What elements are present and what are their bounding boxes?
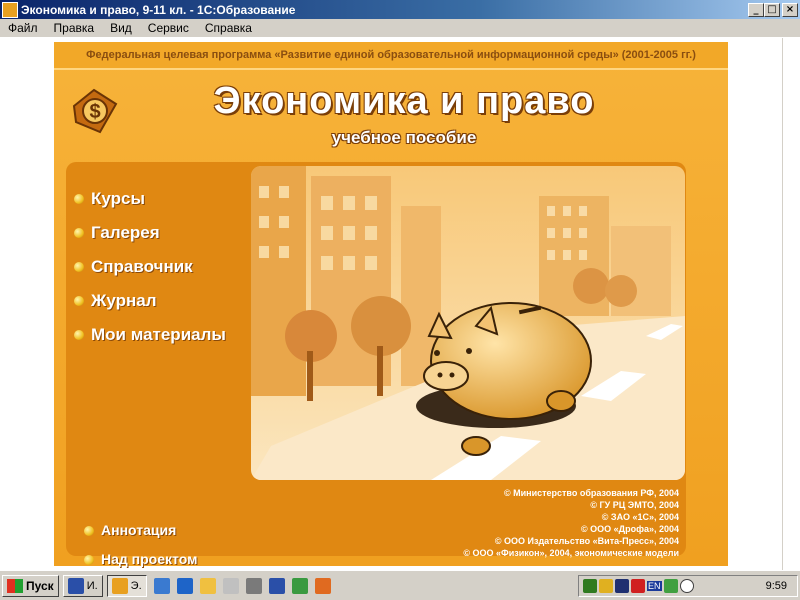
explorer-icon[interactable]: [153, 577, 170, 594]
media-player-icon[interactable]: [314, 577, 331, 594]
nav-label: Справочник: [91, 257, 193, 276]
main-title: Экономика и право: [213, 80, 595, 122]
excel-icon[interactable]: [291, 577, 308, 594]
menu-view[interactable]: Вид: [102, 21, 140, 35]
taskbar-economics-app[interactable]: Э.: [106, 574, 147, 597]
app-icon: [2, 1, 18, 18]
network-icon[interactable]: [615, 578, 629, 593]
copyright-line: © Министерство образования РФ, 2004: [503, 488, 679, 498]
app-icon: [111, 577, 128, 594]
subtitle: учебное пособие: [331, 128, 477, 147]
copyright-line: © ООО «Дрофа», 2004: [581, 524, 679, 534]
volume-icon[interactable]: [599, 578, 613, 593]
menu-edit[interactable]: Правка: [46, 21, 103, 35]
title-page: Федеральная целевая программа «Развитие …: [54, 42, 728, 584]
content-area: Федеральная целевая программа «Развитие …: [0, 38, 782, 584]
start-label: Пуск: [26, 578, 54, 593]
task-label: Э.: [130, 579, 142, 592]
folder-icon[interactable]: [199, 577, 216, 594]
nav-label: Галерея: [91, 223, 160, 242]
nav-courses[interactable]: Курсы: [74, 182, 226, 216]
bullet-icon: [74, 296, 84, 306]
vertical-scrollbar[interactable]: [782, 38, 800, 570]
nav-gallery[interactable]: Галерея: [74, 216, 226, 250]
word-icon: [67, 577, 84, 594]
bullet-icon: [74, 228, 84, 238]
word-icon[interactable]: [268, 577, 285, 594]
menu-bar: Файл Правка Вид Сервис Справка: [0, 19, 800, 38]
maximize-button[interactable]: □: [764, 2, 780, 17]
nav-journal[interactable]: Журнал: [74, 284, 226, 318]
minimize-button[interactable]: _: [748, 2, 764, 17]
copyright-line: © ООО Издательство «Вита-Пресс», 2004: [494, 536, 679, 546]
menu-tools[interactable]: Сервис: [140, 21, 197, 35]
calculator-icon[interactable]: [245, 577, 262, 594]
title-bar: Экономика и право, 9-11 кл. - 1С:Образов…: [0, 0, 800, 19]
monitor-icon[interactable]: [663, 578, 678, 593]
nav-label: Курсы: [91, 189, 145, 208]
clock-icon[interactable]: [679, 578, 694, 593]
language-indicator[interactable]: EN: [647, 580, 662, 591]
window-title: Экономика и право, 9-11 кл. - 1С:Образов…: [21, 2, 296, 17]
acrobat-icon[interactable]: [631, 578, 645, 593]
main-nav: Курсы Галерея Справочник Журнал Мои мате…: [74, 182, 226, 352]
copyright-line: © ЗАО «1С», 2004: [601, 512, 679, 522]
nav-reference[interactable]: Справочник: [74, 250, 226, 284]
copyright-line: © ООО «Физикон», 2004, экономические мод…: [463, 548, 679, 558]
dollar-logo-icon: $: [72, 88, 118, 134]
windows-flag-icon: [7, 578, 23, 593]
copyright-line: © ГУ РЦ ЭМТО, 2004: [590, 500, 679, 510]
bullet-icon: [74, 194, 84, 204]
notepad-icon[interactable]: [222, 577, 239, 594]
annotation-label: Аннотация: [101, 522, 177, 538]
svg-text:$: $: [89, 101, 100, 123]
taskbar-word-document[interactable]: И.: [62, 574, 103, 597]
clock[interactable]: 9:59: [766, 580, 787, 592]
bullet-icon: [84, 555, 94, 565]
close-button[interactable]: ×: [782, 2, 798, 17]
annotation-link[interactable]: Аннотация: [84, 522, 211, 539]
start-button[interactable]: Пуск: [2, 574, 59, 597]
menu-help[interactable]: Справка: [197, 21, 260, 35]
task-label: И.: [86, 579, 98, 592]
taskbar: Пуск И. Э. EN 9:59: [0, 570, 800, 600]
bullet-icon: [74, 262, 84, 272]
internet-explorer-icon[interactable]: [176, 577, 193, 594]
nav-label: Мои материалы: [91, 325, 226, 344]
menu-file[interactable]: Файл: [0, 21, 46, 35]
bullet-icon: [74, 330, 84, 340]
nav-my-materials[interactable]: Мои материалы: [74, 318, 226, 352]
system-tray: EN 9:59: [578, 574, 798, 597]
antivirus-icon[interactable]: [583, 578, 597, 593]
nav-label: Журнал: [91, 291, 157, 310]
bullet-icon: [84, 526, 94, 536]
copyright-block: © Министерство образования РФ, 2004 © ГУ…: [394, 487, 679, 559]
program-banner: Федеральная целевая программа «Развитие …: [54, 42, 728, 70]
piggy-bank-city-illustration: [251, 166, 685, 480]
